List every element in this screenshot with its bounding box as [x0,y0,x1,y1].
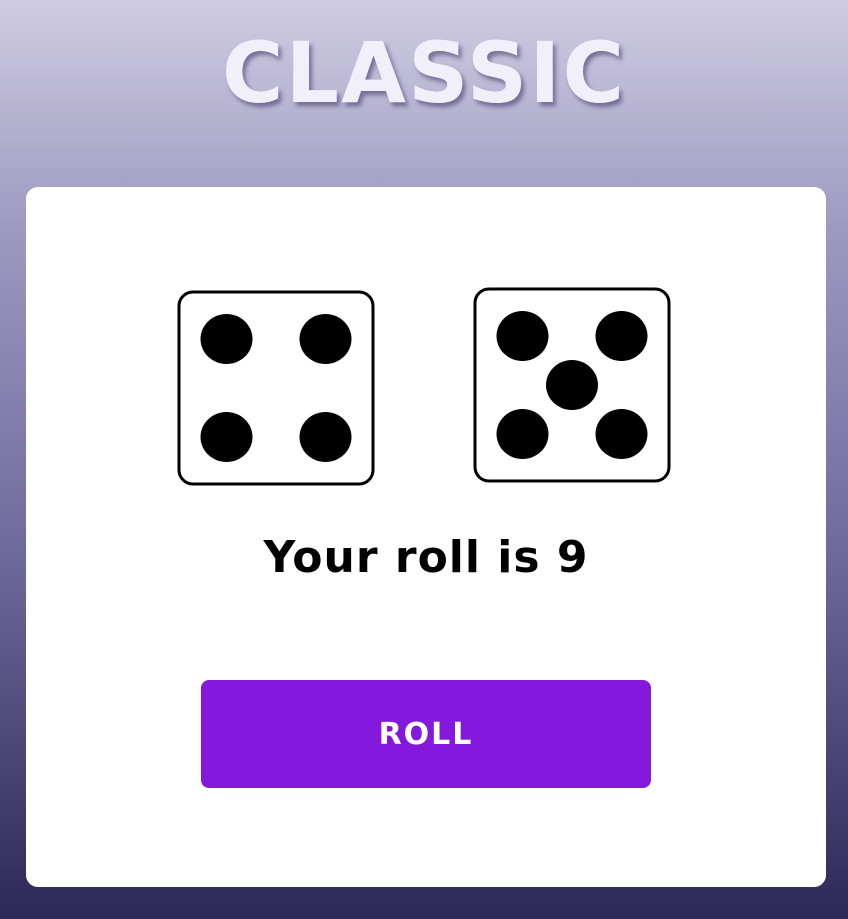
die-pip [299,412,352,462]
die-pip [595,311,648,361]
die-pip [496,311,549,361]
die-outline [177,290,375,486]
roll-button[interactable]: ROLL [201,680,651,788]
die-face-left [177,290,375,486]
die-pip [200,412,253,462]
page-title: CLASSIC [221,24,627,122]
dice-card: Your roll is 9 ROLL [26,187,826,887]
die-pip [496,409,549,459]
die-pip [299,314,352,364]
die-pip [595,409,648,459]
dice-row [26,287,826,492]
die-pip [546,360,598,410]
roll-result-text: Your roll is 9 [263,532,589,583]
die-pip [200,314,253,364]
die-left [177,290,375,486]
die-face-right [473,287,671,483]
die-right [473,287,671,483]
